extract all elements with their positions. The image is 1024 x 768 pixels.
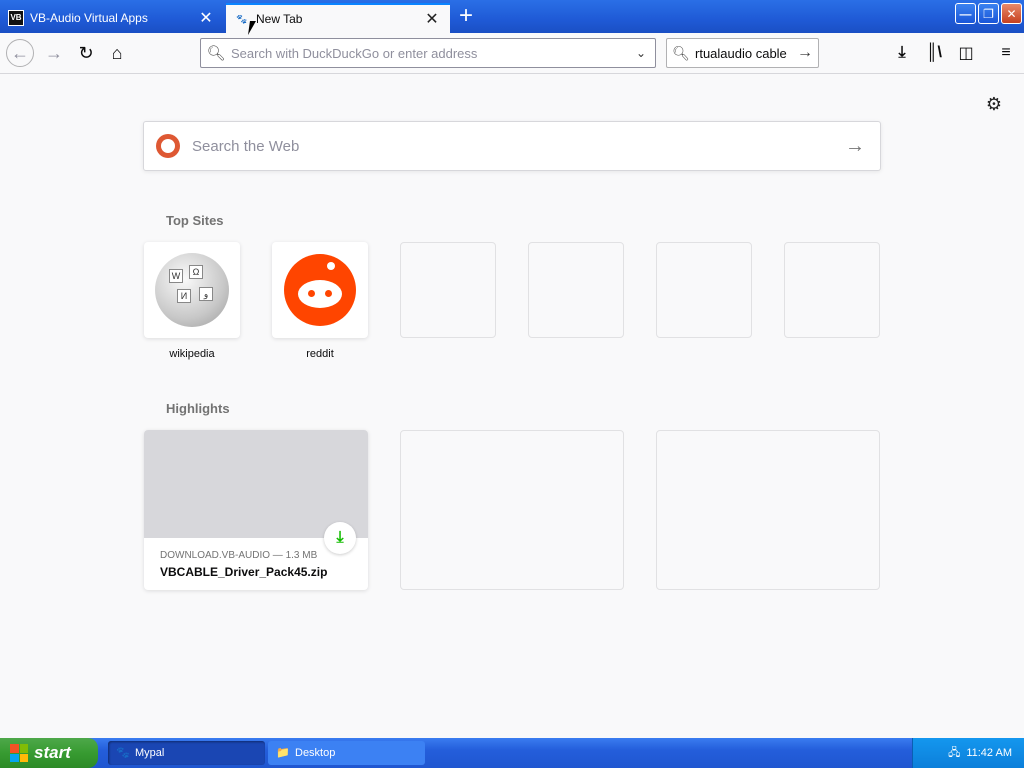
close-tab-icon[interactable]: ✕	[196, 8, 216, 28]
gear-icon[interactable]: ⚙	[984, 94, 1004, 114]
empty-tile[interactable]	[528, 242, 624, 338]
new-tab-page: ⚙ → Top Sites WΩИﻭ wikipedia reddit	[0, 74, 1024, 738]
search-icon: 🔍︎	[206, 45, 226, 62]
close-window-button[interactable]: ✕	[1001, 3, 1022, 24]
network-icon[interactable]: 🖧	[948, 744, 960, 763]
mypal-favicon-icon: 🐾	[236, 13, 248, 24]
highlight-title: VBCABLE_Driver_Pack45.zip	[160, 565, 328, 579]
taskbar-item-label: Desktop	[295, 747, 336, 759]
top-site-empty[interactable]	[400, 242, 496, 338]
close-tab-icon[interactable]: ✕	[422, 9, 442, 29]
downloads-button[interactable]: ⤓	[888, 39, 916, 67]
back-button[interactable]: ←	[6, 39, 34, 67]
reddit-logo-icon	[284, 254, 356, 326]
navigation-toolbar: ← → ↻ ⌂ 🔍︎ ⌄ 🔍︎ rtualaudio cable → ⤓ ║\ …	[0, 33, 1024, 74]
address-input[interactable]	[231, 45, 627, 61]
top-site-tile[interactable]: WΩИﻭ	[144, 242, 240, 338]
taskbar-item-label: Mypal	[135, 747, 165, 759]
tab-vb-audio[interactable]: VB VB-Audio Virtual Apps ✕	[0, 3, 224, 33]
top-site-empty[interactable]	[656, 242, 752, 338]
taskbar-item-mypal[interactable]: 🐾 Mypal	[108, 741, 265, 765]
search-go-arrow-icon[interactable]: →	[792, 44, 818, 62]
new-tab-button[interactable]: +	[452, 4, 480, 30]
tab-title: VB-Audio Virtual Apps	[30, 11, 148, 25]
hamburger-menu-icon[interactable]: ≡	[992, 39, 1020, 67]
start-button[interactable]: start	[0, 738, 98, 768]
empty-tile[interactable]	[400, 242, 496, 338]
taskbar-item-desktop[interactable]: 📁 Desktop	[268, 741, 425, 765]
sidebar-button[interactable]: ◫	[952, 39, 980, 67]
address-bar[interactable]: 🔍︎ ⌄	[200, 38, 656, 68]
highlights-heading[interactable]: Highlights	[166, 401, 230, 416]
windows-flag-icon	[10, 744, 28, 762]
mypal-icon: 🐾	[116, 747, 130, 759]
top-site-tile[interactable]	[272, 242, 368, 338]
library-button[interactable]: ║\	[920, 39, 948, 67]
top-site-empty[interactable]	[784, 242, 880, 338]
tab-strip: VB VB-Audio Virtual Apps ✕ 🐾 New Tab ✕ +…	[0, 0, 1024, 33]
folder-icon: 📁	[276, 747, 290, 759]
download-icon: ⤓	[324, 522, 356, 554]
highlight-card-empty	[656, 430, 880, 590]
search-bar[interactable]: 🔍︎ rtualaudio cable →	[666, 38, 819, 68]
web-search-input[interactable]	[192, 137, 830, 155]
search-icon: 🔍︎	[672, 44, 690, 61]
top-site-empty[interactable]	[528, 242, 624, 338]
top-site-reddit[interactable]: reddit	[272, 242, 368, 360]
clock[interactable]: 11:42 AM	[966, 747, 1012, 759]
highlight-card-empty	[400, 430, 624, 590]
highlight-card-download[interactable]: ⤓ DOWNLOAD.VB-AUDIO — 1.3 MB VBCABLE_Dri…	[144, 430, 368, 590]
top-site-label: wikipedia	[169, 348, 215, 360]
top-sites-heading[interactable]: Top Sites	[166, 213, 224, 228]
top-site-wikipedia[interactable]: WΩИﻭ wikipedia	[144, 242, 240, 360]
wikipedia-globe-icon: WΩИﻭ	[155, 253, 229, 327]
web-search-box[interactable]: →	[143, 121, 881, 171]
system-tray: 🖧 11:42 AM	[912, 738, 1024, 768]
duckduckgo-icon	[156, 134, 180, 158]
vb-audio-favicon-icon: VB	[8, 10, 24, 26]
empty-tile[interactable]	[656, 242, 752, 338]
home-button[interactable]: ⌂	[103, 39, 131, 67]
reload-button[interactable]: ↻	[72, 39, 100, 67]
window-controls: — ❐ ✕	[955, 3, 1022, 24]
forward-button[interactable]: →	[40, 39, 68, 67]
search-bar-text[interactable]: rtualaudio cable	[695, 46, 792, 61]
search-arrow-icon[interactable]: →	[830, 135, 880, 158]
browser-window: VB VB-Audio Virtual Apps ✕ 🐾 New Tab ✕ +…	[0, 0, 1024, 768]
chevron-down-icon[interactable]: ⌄	[627, 46, 655, 60]
minimize-button[interactable]: —	[955, 3, 976, 24]
tab-title: New Tab	[256, 12, 303, 26]
tab-new-tab[interactable]: 🐾 New Tab ✕	[226, 3, 450, 33]
taskbar: start 🐾 Mypal 📁 Desktop 🖧 11:42 AM	[0, 738, 1024, 768]
top-site-label: reddit	[306, 348, 334, 360]
start-label: start	[34, 743, 71, 762]
restore-button[interactable]: ❐	[978, 3, 999, 24]
empty-tile[interactable]	[784, 242, 880, 338]
